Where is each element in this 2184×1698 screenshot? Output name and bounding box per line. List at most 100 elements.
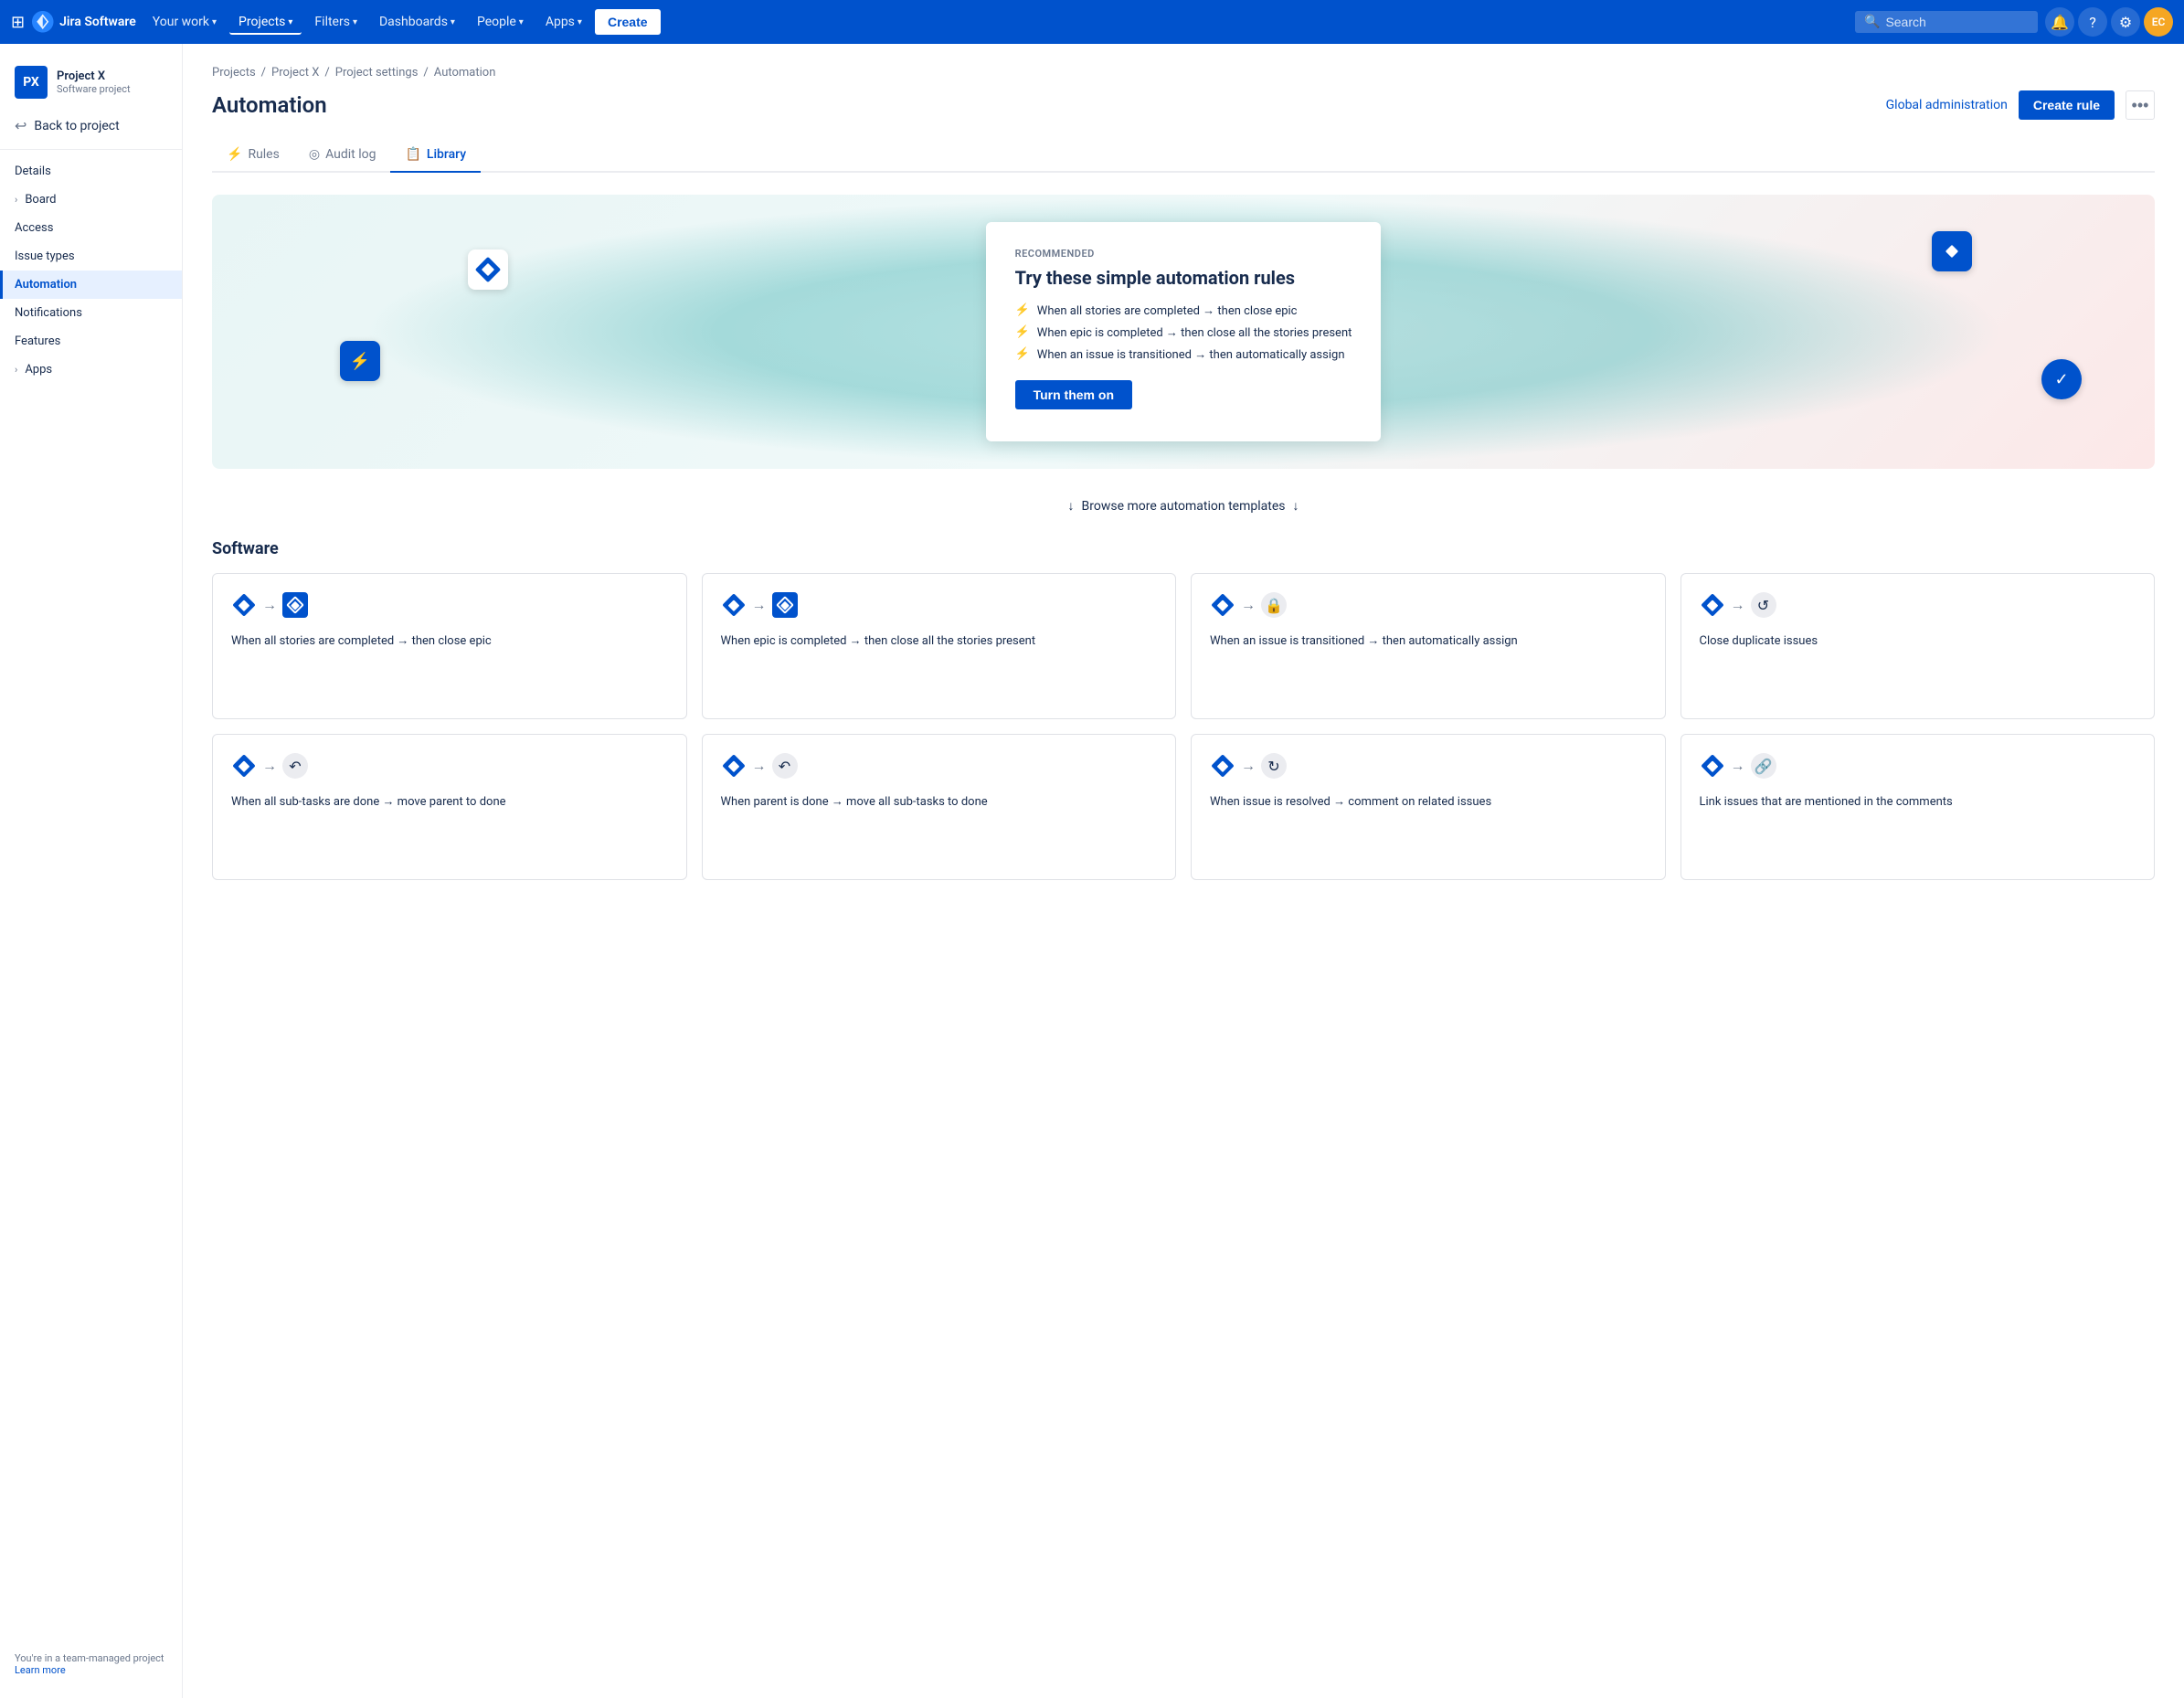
automation-card[interactable]: → When all stories are completed → then … (212, 573, 687, 719)
user-avatar[interactable]: EC (2144, 7, 2173, 37)
recommended-label: RECOMMENDED (1015, 248, 1352, 260)
back-icon: ↩ (15, 117, 27, 134)
card-icons: → 🔒 (1210, 592, 1647, 618)
sidebar-item-issue-types[interactable]: Issue types (0, 242, 182, 271)
breadcrumb: Projects / Project X / Project settings … (212, 66, 2155, 80)
sidebar-item-features[interactable]: Features (0, 327, 182, 356)
nav-projects[interactable]: Projects ▾ (229, 9, 302, 35)
create-button[interactable]: Create (595, 9, 661, 35)
automation-card[interactable]: → ↶ When parent is done → move all sub-t… (702, 734, 1177, 880)
arrow-icon: → (752, 757, 767, 775)
project-name: Project X (57, 69, 131, 83)
grid-menu-button[interactable]: ⊞ (11, 13, 25, 32)
start-icon (231, 592, 257, 618)
main-content: Projects / Project X / Project settings … (183, 44, 2184, 1698)
end-icon: ↺ (1751, 592, 1776, 618)
breadcrumb-current: Automation (434, 66, 496, 80)
lightning-icon: ⚡ (1015, 325, 1030, 339)
start-icon (1210, 753, 1235, 779)
nav-people[interactable]: People ▾ (468, 9, 533, 35)
end-icon (772, 592, 798, 618)
card-icons: → (721, 592, 1158, 618)
cards-grid: → When all stories are completed → then … (212, 573, 2155, 719)
chevron-down-icon: ▾ (451, 17, 455, 27)
breadcrumb-projects[interactable]: Projects (212, 66, 256, 80)
card-icons: → ↻ (1210, 753, 1647, 779)
back-to-project-button[interactable]: ↩ Back to project (0, 110, 182, 142)
jira-logo[interactable]: Jira Software (32, 11, 136, 33)
start-icon (1210, 592, 1235, 618)
learn-more-link[interactable]: Learn more (15, 1664, 66, 1676)
chevron-down-icon: ▾ (519, 17, 524, 27)
automation-card[interactable]: → When epic is completed → then close al… (702, 573, 1177, 719)
sidebar-bottom: You're in a team-managed project Learn m… (0, 1641, 182, 1687)
card-text: When an issue is transitioned → then aut… (1210, 632, 1647, 651)
arrow-down-icon: ↓ (1292, 498, 1299, 514)
sidebar-item-board[interactable]: › Board (0, 186, 182, 214)
library-icon: 📋 (405, 147, 420, 162)
settings-button[interactable]: ⚙ (2111, 7, 2140, 37)
end-icon: ↻ (1261, 753, 1287, 779)
page-header: Automation Global administration Create … (212, 90, 2155, 120)
create-rule-button[interactable]: Create rule (2019, 90, 2115, 120)
automation-card[interactable]: → 🔒 When an issue is transitioned → then… (1191, 573, 1666, 719)
card-icons: → ↶ (721, 753, 1158, 779)
browse-link[interactable]: ↓ Browse more automation templates ↓ (212, 498, 2155, 514)
decorative-icon-2: ⚡ (340, 341, 380, 381)
card-text: When parent is done → move all sub-tasks… (721, 793, 1158, 812)
notifications-button[interactable]: 🔔 (2045, 7, 2074, 37)
sidebar-item-automation[interactable]: Automation (0, 271, 182, 299)
end-icon (282, 592, 308, 618)
decorative-icon-3 (1932, 231, 1972, 271)
automation-card[interactable]: → ↻ When issue is resolved → comment on … (1191, 734, 1666, 880)
end-icon: 🔒 (1261, 592, 1287, 618)
card-text: When epic is completed → then close all … (721, 632, 1158, 651)
lightning-icon: ⚡ (1015, 347, 1030, 361)
sidebar-item-access[interactable]: Access (0, 214, 182, 242)
grid-icon: ⊞ (11, 13, 25, 32)
nav-apps[interactable]: Apps ▾ (536, 9, 591, 35)
card-text: When issue is resolved → comment on rela… (1210, 793, 1647, 812)
nav-dashboards[interactable]: Dashboards ▾ (370, 9, 464, 35)
hero-title: Try these simple automation rules (1015, 267, 1352, 289)
arrow-icon: → (1241, 596, 1256, 614)
tab-audit-log[interactable]: ◎ Audit log (294, 138, 391, 173)
more-options-button[interactable]: ••• (2126, 90, 2155, 120)
search-input[interactable] (1885, 15, 2022, 29)
page-title: Automation (212, 92, 327, 118)
audit-icon: ◎ (309, 147, 320, 162)
page-actions: Global administration Create rule ••• (1886, 90, 2155, 120)
global-administration-link[interactable]: Global administration (1886, 98, 2008, 112)
arrow-icon: → (752, 596, 767, 614)
turn-them-on-button[interactable]: Turn them on (1015, 380, 1132, 409)
tab-rules[interactable]: ⚡ Rules (212, 138, 294, 173)
card-text: Link issues that are mentioned in the co… (1700, 793, 2136, 812)
search-icon: 🔍 (1864, 15, 1880, 29)
card-icons: → (231, 592, 668, 618)
automation-card[interactable]: → 🔗 Link issues that are mentioned in th… (1680, 734, 2156, 880)
project-header: PX Project X Software project (0, 55, 182, 110)
arrow-icon: → (1241, 757, 1256, 775)
card-icons: → ↺ (1700, 592, 2136, 618)
sidebar-item-apps[interactable]: › Apps (0, 356, 182, 384)
sidebar-item-notifications[interactable]: Notifications (0, 299, 182, 327)
automation-card[interactable]: → ↺ Close duplicate issues (1680, 573, 2156, 719)
card-text: Close duplicate issues (1700, 632, 2136, 651)
decorative-icon-1 (468, 249, 508, 290)
sidebar-item-details[interactable]: Details (0, 157, 182, 186)
nav-filters[interactable]: Filters ▾ (305, 9, 366, 35)
arrow-icon: → (262, 596, 277, 614)
nav-your-work[interactable]: Your work ▾ (143, 9, 226, 35)
chevron-down-icon: ▾ (288, 17, 292, 27)
breadcrumb-project-x[interactable]: Project X (271, 66, 319, 80)
breadcrumb-project-settings[interactable]: Project settings (335, 66, 419, 80)
hero-card: RECOMMENDED Try these simple automation … (986, 222, 1382, 441)
tabs: ⚡ Rules ◎ Audit log 📋 Library (212, 138, 2155, 173)
automation-card[interactable]: → ↶ When all sub-tasks are done → move p… (212, 734, 687, 880)
start-icon (721, 753, 747, 779)
help-button[interactable]: ? (2078, 7, 2107, 37)
end-icon: 🔗 (1751, 753, 1776, 779)
search-box[interactable]: 🔍 (1855, 11, 2038, 33)
tab-library[interactable]: 📋 Library (390, 138, 481, 173)
arrow-icon: → (262, 757, 277, 775)
